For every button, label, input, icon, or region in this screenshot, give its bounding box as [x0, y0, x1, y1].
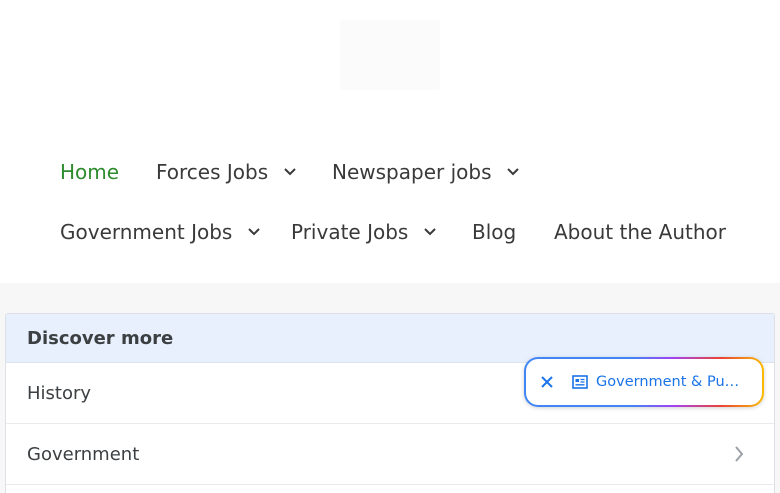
chevron-down-icon[interactable] — [283, 167, 297, 177]
nav-item-government-jobs[interactable]: Government Jobs — [60, 220, 261, 244]
nav-item-blog[interactable]: Blog — [472, 220, 516, 244]
topic-chip[interactable]: Government & Publ... — [524, 357, 764, 407]
nav-item-label: About the Author — [554, 220, 727, 244]
chevron-down-icon[interactable] — [247, 227, 261, 237]
nav-item-label: Newspaper jobs — [332, 160, 492, 184]
chevron-right-icon — [734, 445, 744, 463]
discover-row-label: History — [27, 382, 92, 404]
nav-item-private-jobs[interactable]: Private Jobs — [291, 220, 437, 244]
discover-row-government[interactable]: Government — [6, 424, 774, 485]
discover-row-label: Government — [27, 443, 140, 465]
nav-item-about-the-author[interactable]: About the Author — [554, 220, 726, 244]
discover-more-title: Discover more — [6, 314, 774, 363]
discover-more-heading: Discover more — [27, 327, 174, 349]
chevron-down-icon[interactable] — [423, 227, 437, 237]
nav-item-label: Forces Jobs — [156, 160, 269, 184]
topic-chip-label: Government & Publ... — [596, 374, 746, 390]
chevron-down-icon[interactable] — [506, 167, 520, 177]
nav-item-forces-jobs[interactable]: Forces Jobs — [156, 160, 297, 184]
topic-chip-body: Government & Publ... — [526, 359, 762, 405]
news-article-icon — [572, 375, 588, 389]
nav-item-home[interactable]: Home — [60, 160, 119, 184]
nav-item-label: Government Jobs — [60, 220, 233, 244]
nav-item-label: Private Jobs — [291, 220, 409, 244]
site-logo[interactable] — [340, 20, 440, 90]
nav-item-newspaper-jobs[interactable]: Newspaper jobs — [332, 160, 520, 184]
nav-item-label: Blog — [472, 220, 517, 244]
close-icon[interactable] — [540, 375, 554, 389]
nav-item-label: Home — [60, 160, 120, 184]
site-header: Home Forces Jobs Newspaper jobs Governme… — [0, 0, 780, 283]
